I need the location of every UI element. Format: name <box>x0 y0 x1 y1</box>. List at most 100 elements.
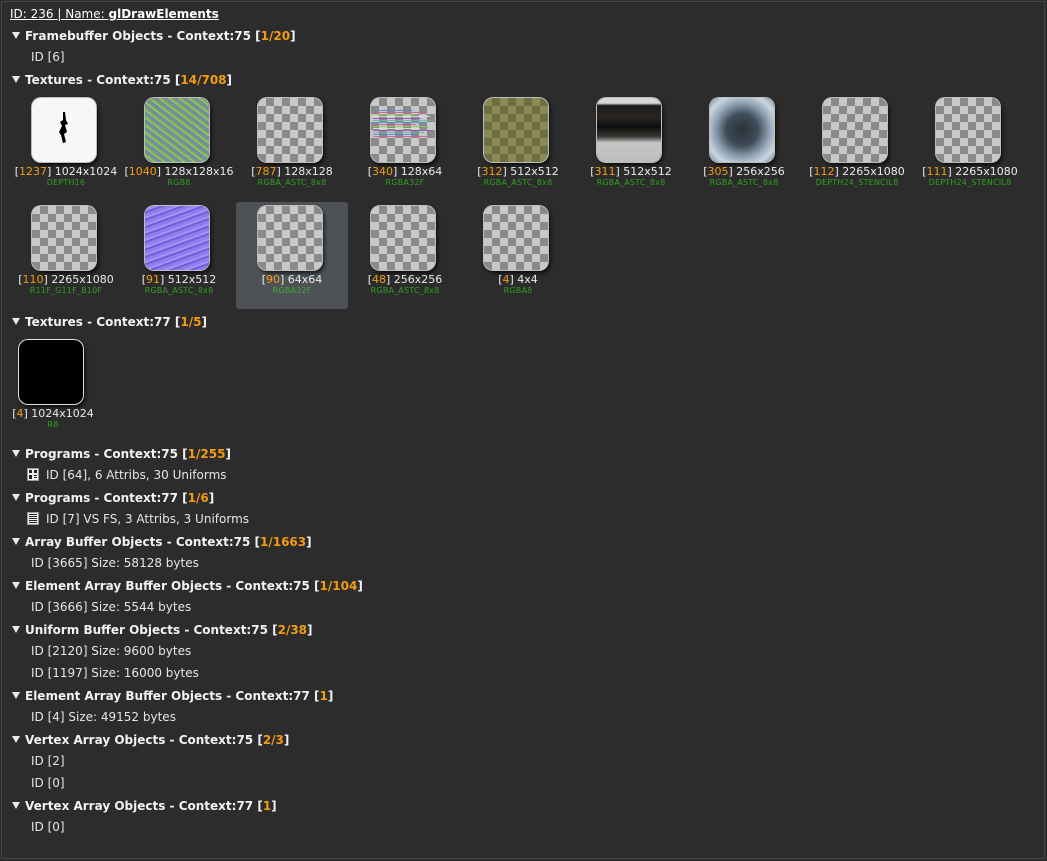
texture-thumb[interactable]: [340] 128x64 RGBA32F <box>349 94 461 201</box>
texture-label: [48] 256x256 <box>367 273 443 286</box>
texture-format: RGBA8 <box>503 286 533 295</box>
texture-size: 128x64 <box>400 165 443 178</box>
section-header-programs-77[interactable]: Programs - Context:77 [1/6] <box>12 489 214 507</box>
texture-thumb[interactable]: [48] 256x256 RGBA_ASTC_8x8 <box>349 202 461 309</box>
call-name: glDrawElements <box>108 7 219 21</box>
texture-thumb[interactable]: [91] 512x512 RGBA_ASTC_8x8 <box>123 202 235 309</box>
program-item[interactable]: ID [64], 6 Attribs, 30 Uniforms <box>27 466 227 484</box>
section-header-programs-75[interactable]: Programs - Context:75 [1/255] <box>12 445 231 463</box>
section-header-textures-75[interactable]: Textures - Context:75 [14/708] <box>12 71 232 89</box>
section-header-vertex-arrays-75[interactable]: Vertex Array Objects - Context:75 [2/3] <box>12 731 289 749</box>
texture-label: [111] 2265x1080 <box>922 165 1018 178</box>
program-item[interactable]: ID [7] VS FS, 3 Attribs, 3 Uniforms <box>27 510 249 528</box>
texture-label: [110] 2265x1080 <box>18 273 114 286</box>
texture-format: RGBA_ASTC_8x8 <box>257 178 327 187</box>
texture-format: RGBA_ASTC_8x8 <box>709 178 779 187</box>
texture-preview <box>371 206 435 270</box>
texture-label: [91] 512x512 <box>141 273 217 286</box>
texture-id: 787 <box>255 165 277 178</box>
texture-label: [311] 512x512 <box>590 165 672 178</box>
texture-thumb[interactable]: [110] 2265x1080 R11F_G11F_B10F <box>10 202 122 309</box>
program-label: ID [64], 6 Attribs, 30 Uniforms <box>46 468 227 482</box>
texture-preview <box>32 98 96 162</box>
texture-thumb[interactable]: [312] 512x512 RGBA_ASTC_8x8 <box>462 94 574 201</box>
section-title: Textures - Context:77 <box>25 315 175 329</box>
triangle-down-icon <box>12 736 20 743</box>
texture-label: [1237] 1024x1024 <box>14 165 118 178</box>
call-id-text: ID: 236 | Name: <box>10 7 109 21</box>
vao-item[interactable]: ID [0] <box>31 818 65 836</box>
texture-thumb[interactable]: [90] 64x64 RGBA32F <box>236 202 348 309</box>
texture-size: 4x4 <box>517 273 538 286</box>
texture-id: 1237 <box>19 165 47 178</box>
texture-size: 128x128x16 <box>164 165 234 178</box>
texture-preview <box>597 98 661 162</box>
texture-size: 1024x1024 <box>31 407 94 420</box>
section-count: 2/3 <box>262 733 284 747</box>
triangle-down-icon <box>12 318 20 325</box>
section-count: 14/708 <box>180 73 227 87</box>
texture-thumb[interactable]: [112] 2265x1080 DEPTH24_STENCIL8 <box>801 94 913 201</box>
fbo-item[interactable]: ID [6] <box>31 48 65 66</box>
buffer-item[interactable]: ID [3666] Size: 5544 bytes <box>31 598 191 616</box>
texture-id: 90 <box>265 273 280 286</box>
texture-id: 305 <box>707 165 729 178</box>
buffer-item[interactable]: ID [1197] Size: 16000 bytes <box>31 664 199 682</box>
buffer-item[interactable]: ID [2120] Size: 9600 bytes <box>31 642 191 660</box>
call-header: ID: 236 | Name: glDrawElements <box>10 6 219 22</box>
section-header-element-buffers-77[interactable]: Element Array Buffer Objects - Context:7… <box>12 687 333 705</box>
texture-thumb[interactable]: [4] 4x4 RGBA8 <box>462 202 574 309</box>
texture-format: RGBA_ASTC_8x8 <box>596 178 666 187</box>
section-count: 1/104 <box>319 579 358 593</box>
texture-thumb[interactable]: [1040] 128x128x16 RGB8 <box>123 94 235 201</box>
texture-format: RGBA_ASTC_8x8 <box>370 286 440 295</box>
texture-format: DEPTH16 <box>46 178 86 187</box>
section-title: Textures - Context:75 <box>25 73 175 87</box>
section-title: Element Array Buffer Objects - Context:7… <box>25 579 315 593</box>
triangle-down-icon <box>12 692 20 699</box>
triangle-down-icon <box>12 626 20 633</box>
texture-preview <box>936 98 1000 162</box>
section-header-uniform-buffers-75[interactable]: Uniform Buffer Objects - Context:75 [2/3… <box>12 621 313 639</box>
section-header-vertex-arrays-77[interactable]: Vertex Array Objects - Context:77 [1] <box>12 797 277 815</box>
texture-thumb[interactable]: [311] 512x512 RGBA_ASTC_8x8 <box>575 94 687 201</box>
program-icon <box>27 512 39 525</box>
texture-label: [90] 64x64 <box>261 273 323 286</box>
texture-format: R8 <box>47 420 59 429</box>
buffer-item[interactable]: ID [3665] Size: 58128 bytes <box>31 554 199 572</box>
section-count: 1/5 <box>180 315 202 329</box>
texture-size: 2265x1080 <box>51 273 114 286</box>
texture-format: RGBA_ASTC_8x8 <box>483 178 553 187</box>
section-title: Uniform Buffer Objects - Context:75 <box>25 623 273 637</box>
texture-thumb[interactable]: [787] 128x128 RGBA_ASTC_8x8 <box>236 94 348 201</box>
vao-item[interactable]: ID [2] <box>31 752 65 770</box>
section-count: 2/38 <box>277 623 308 637</box>
texture-format: RGBA32F <box>272 286 312 295</box>
section-title: Vertex Array Objects - Context:75 <box>25 733 258 747</box>
texture-preview <box>371 98 435 162</box>
triangle-down-icon <box>12 582 20 589</box>
texture-preview <box>823 98 887 162</box>
texture-label: [312] 512x512 <box>477 165 559 178</box>
program-icon <box>27 468 39 481</box>
texture-thumb[interactable]: [111] 2265x1080 DEPTH24_STENCIL8 <box>914 94 1026 201</box>
section-title: Array Buffer Objects - Context:75 <box>25 535 255 549</box>
triangle-down-icon <box>12 32 20 39</box>
section-header-textures-77[interactable]: Textures - Context:77 [1/5] <box>12 313 207 331</box>
section-header-element-buffers-75[interactable]: Element Array Buffer Objects - Context:7… <box>12 577 363 595</box>
texture-preview <box>145 98 209 162</box>
texture-label: [4] 4x4 <box>498 273 538 286</box>
texture-label: [787] 128x128 <box>251 165 333 178</box>
vao-item[interactable]: ID [0] <box>31 774 65 792</box>
texture-id: 91 <box>145 273 160 286</box>
section-title: Vertex Array Objects - Context:77 <box>25 799 258 813</box>
texture-thumb[interactable]: [1237] 1024x1024 DEPTH16 <box>10 94 122 201</box>
section-count: 1 <box>319 689 328 703</box>
texture-thumb[interactable]: [4] 1024x1024 R8 <box>0 336 109 443</box>
section-header-array-buffers-75[interactable]: Array Buffer Objects - Context:75 [1/166… <box>12 533 312 551</box>
texture-thumb[interactable]: [305] 256x256 RGBA_ASTC_8x8 <box>688 94 800 201</box>
texture-size: 1024x1024 <box>54 165 118 178</box>
section-header-fbo-75[interactable]: Framebuffer Objects - Context:75 [1/20] <box>12 27 296 45</box>
buffer-item[interactable]: ID [4] Size: 49152 bytes <box>31 708 176 726</box>
texture-format: R11F_G11F_B10F <box>29 286 103 295</box>
